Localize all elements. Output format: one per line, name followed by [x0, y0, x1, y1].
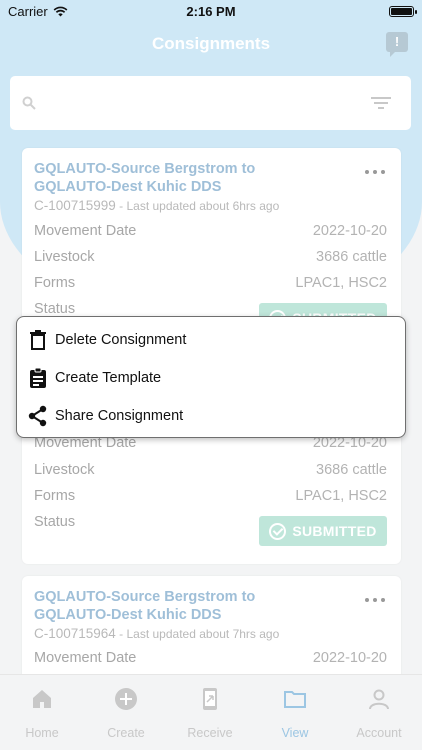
consignment-card[interactable]: GQLAUTO-Source Bergstrom to GQLAUTO-Dest…	[22, 148, 401, 338]
filter-icon[interactable]	[371, 95, 391, 111]
trash-icon	[30, 330, 46, 350]
tab-view[interactable]: View	[253, 687, 337, 740]
check-circle-icon	[269, 522, 287, 540]
menu-item-label: Delete Consignment	[55, 332, 187, 348]
forms-value: LPAC1, HSC2	[295, 275, 387, 291]
tab-label: Account	[356, 726, 402, 740]
battery-icon	[389, 6, 417, 17]
forms-label: Forms	[34, 275, 76, 291]
tab-label: Create	[107, 726, 145, 740]
tab-home[interactable]: Home	[0, 687, 84, 740]
movement-date-value: 2022-10-20	[312, 223, 387, 239]
bottom-tab-bar: Home Create Receive View Account	[0, 674, 422, 750]
folder-icon	[284, 691, 306, 708]
last-updated: - Last updated about 6hrs ago	[115, 199, 280, 213]
consignment-context-menu: Delete Consignment Create Template Share…	[16, 316, 406, 438]
menu-item-label: Create Template	[55, 370, 162, 386]
phone-icon	[203, 688, 217, 710]
livestock-label: Livestock	[34, 462, 95, 478]
share-consignment-item[interactable]: Share Consignment	[27, 399, 395, 433]
consignment-id: C-100715999	[34, 198, 116, 213]
forms-value: LPAC1, HSC2	[295, 488, 387, 504]
chat-alert-mark: !	[394, 34, 400, 49]
more-options-icon[interactable]	[365, 170, 385, 176]
page-title: Consignments	[151, 34, 271, 53]
movement-date-label: Movement Date	[34, 650, 137, 666]
livestock-value: 3686 cattle	[316, 462, 387, 478]
status-badge: SUBMITTED	[259, 516, 387, 546]
tab-create[interactable]: Create	[84, 687, 168, 740]
consignment-id-line: C-100715964 - Last updated about 7hrs ag…	[34, 626, 279, 641]
share-icon	[28, 405, 47, 427]
user-icon	[369, 689, 389, 710]
status-bar: Carrier 2:16 PM	[0, 0, 422, 22]
livestock-label: Livestock	[34, 249, 95, 265]
tab-label: Receive	[187, 726, 233, 740]
livestock-value: 3686 cattle	[316, 249, 387, 265]
create-template-item[interactable]: Create Template	[27, 361, 395, 395]
last-updated: - Last updated about 7hrs ago	[115, 627, 280, 641]
more-options-icon[interactable]	[365, 598, 385, 604]
clipboard-icon	[30, 367, 46, 388]
movement-date-value: 2022-10-20	[312, 650, 387, 666]
tab-label: Home	[25, 726, 59, 740]
consignment-title[interactable]: GQLAUTO-Source Bergstrom to GQLAUTO-Dest…	[34, 160, 334, 196]
movement-date-label: Movement Date	[34, 223, 137, 239]
status-label: Status	[34, 301, 76, 317]
consignment-id-line: C-100715999 - Last updated about 6hrs ag…	[34, 198, 279, 213]
status-time: 2:16 PM	[186, 4, 236, 19]
delete-consignment-item[interactable]: Delete Consignment	[27, 323, 395, 357]
plus-circle-icon	[115, 688, 137, 710]
forms-label: Forms	[34, 488, 76, 504]
status-label: Status	[34, 514, 76, 530]
search-bar[interactable]	[10, 76, 411, 130]
tab-label: View	[281, 726, 309, 740]
chat-alert-icon[interactable]: !	[386, 32, 408, 57]
status-badge-label: SUBMITTED	[292, 523, 377, 539]
tab-receive[interactable]: Receive	[168, 687, 252, 740]
menu-item-label: Share Consignment	[55, 408, 184, 424]
home-icon	[33, 690, 51, 708]
tab-account[interactable]: Account	[337, 687, 421, 740]
consignment-id: C-100715964	[34, 626, 116, 641]
search-icon	[22, 96, 36, 110]
consignment-title[interactable]: GQLAUTO-Source Bergstrom to GQLAUTO-Dest…	[34, 588, 334, 624]
